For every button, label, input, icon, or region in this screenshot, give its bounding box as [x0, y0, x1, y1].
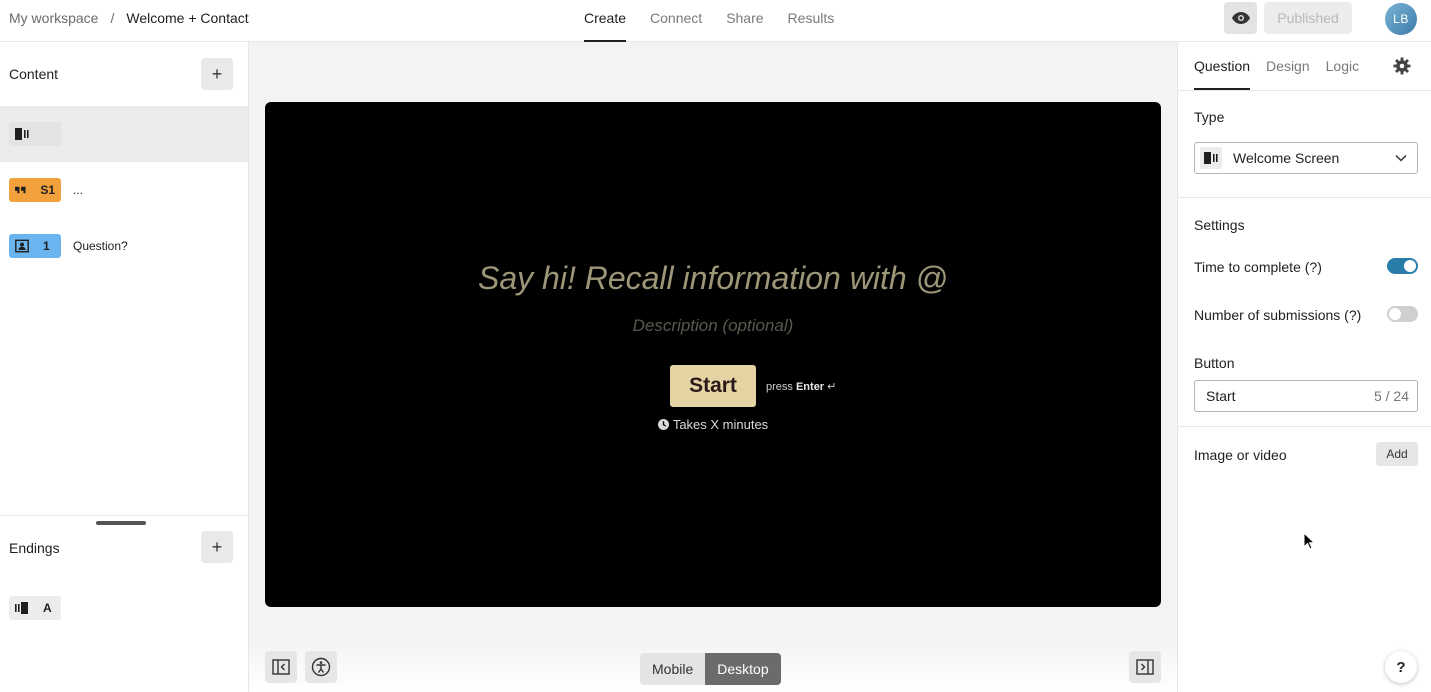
sidebar-collapse-icon [272, 659, 290, 675]
top-bar: My workspace / Welcome + Contact Create … [0, 0, 1431, 42]
tab-create[interactable]: Create [584, 0, 627, 42]
type-value: Welcome Screen [1233, 150, 1340, 166]
press-enter-hint: press Enter ↵ [766, 380, 836, 393]
type-label: Type [1194, 109, 1225, 125]
block-label: ... [73, 183, 84, 197]
start-row: Start press Enter ↵ [670, 365, 836, 407]
tab-question[interactable]: Question [1194, 42, 1251, 90]
welcome-description[interactable]: Description (optional) [265, 316, 1161, 336]
button-text-input[interactable]: Start 5 / 24 [1194, 380, 1418, 412]
block-letter: A [43, 601, 52, 615]
block-ending[interactable]: A [0, 580, 248, 636]
main-nav: Create Connect Share Results [584, 0, 858, 42]
tab-design[interactable]: Design [1266, 42, 1310, 90]
gear-icon[interactable] [1393, 57, 1411, 75]
accessibility-button[interactable] [305, 651, 337, 683]
time-to-complete-toggle[interactable] [1387, 258, 1418, 274]
block-contact[interactable]: 1 Question? [0, 218, 248, 274]
clock-icon [657, 419, 669, 430]
toggle-knob [1404, 260, 1416, 272]
accessibility-icon [311, 657, 331, 677]
add-block-button[interactable]: + [201, 58, 233, 90]
add-ending-button[interactable]: + [201, 531, 233, 563]
tab-connect[interactable]: Connect [650, 0, 702, 42]
block-badge-statement: S1 [9, 178, 61, 202]
block-number: 1 [43, 239, 50, 253]
ending-screen-icon [15, 602, 28, 614]
takes-text: Takes X minutes [672, 417, 769, 432]
sidebar-divider [0, 515, 248, 516]
image-or-video-label: Image or video [1194, 447, 1287, 463]
button-text-value: Start [1206, 388, 1236, 404]
welcome-screen-icon [1204, 152, 1218, 164]
button-label: Button [1194, 355, 1235, 371]
panel-divider [1178, 426, 1431, 427]
press-prefix: press [766, 380, 793, 393]
content-sidebar: Content + S1 ... 1 Question? Endings + A [0, 42, 249, 692]
block-number: S1 [40, 183, 55, 197]
collapse-left-button[interactable] [265, 651, 297, 683]
quote-icon [15, 186, 26, 194]
published-button[interactable]: Published [1264, 2, 1352, 34]
welcome-title[interactable]: Say hi! Recall information with @ [265, 260, 1161, 297]
breadcrumb: My workspace / Welcome + Contact [9, 0, 249, 36]
add-media-button[interactable]: Add [1376, 442, 1418, 466]
properties-panel: Question Design Logic Type Welcome Scree… [1177, 42, 1431, 692]
panel-tabs: Question Design Logic [1194, 42, 1375, 90]
number-of-submissions-label: Number of submissions (?) [1194, 307, 1362, 323]
block-label: Question? [73, 239, 128, 253]
block-welcome[interactable] [0, 106, 248, 162]
breadcrumb-form-title[interactable]: Welcome + Contact [126, 10, 248, 26]
welcome-screen-icon [15, 128, 29, 140]
mouse-cursor-icon [1303, 532, 1315, 550]
toggle-knob [1389, 308, 1401, 320]
press-key: Enter [795, 380, 825, 393]
eye-icon [1231, 12, 1250, 24]
type-icon-box [1200, 147, 1222, 169]
content-title: Content [9, 66, 59, 82]
block-statement[interactable]: S1 ... [0, 162, 248, 218]
block-badge-welcome [9, 122, 61, 146]
form-preview: Say hi! Recall information with @ Descri… [265, 102, 1161, 607]
mobile-view-button[interactable]: Mobile [640, 653, 706, 685]
number-of-submissions-toggle[interactable] [1387, 306, 1418, 322]
tab-share[interactable]: Share [726, 0, 763, 42]
breadcrumb-separator: / [110, 10, 115, 26]
endings-title: Endings [9, 540, 60, 556]
tab-results[interactable]: Results [788, 0, 835, 42]
device-toggle: Mobile Desktop [640, 653, 781, 685]
contact-card-icon [15, 239, 29, 253]
avatar[interactable]: LB [1385, 3, 1417, 35]
character-count: 5 / 24 [1373, 388, 1409, 404]
type-select[interactable]: Welcome Screen [1194, 142, 1418, 174]
settings-label: Settings [1194, 217, 1245, 233]
tab-logic[interactable]: Logic [1326, 42, 1359, 90]
collapse-right-button[interactable] [1129, 651, 1161, 683]
help-button[interactable]: ? [1385, 651, 1417, 683]
start-button[interactable]: Start [670, 365, 756, 407]
enter-icon: ↵ [827, 380, 837, 393]
breadcrumb-workspace[interactable]: My workspace [9, 10, 98, 26]
block-badge-ending: A [9, 596, 61, 620]
block-badge-contact: 1 [9, 234, 61, 258]
desktop-view-button[interactable]: Desktop [705, 653, 781, 685]
panel-divider [1178, 197, 1431, 198]
time-to-complete: Takes X minutes [265, 417, 1161, 432]
preview-button[interactable] [1224, 2, 1257, 34]
time-to-complete-label: Time to complete (?) [1194, 259, 1322, 275]
chevron-down-icon [1395, 154, 1407, 162]
panel-collapse-icon [1136, 659, 1154, 675]
resize-handle[interactable] [96, 521, 146, 525]
panel-divider [1178, 90, 1431, 91]
